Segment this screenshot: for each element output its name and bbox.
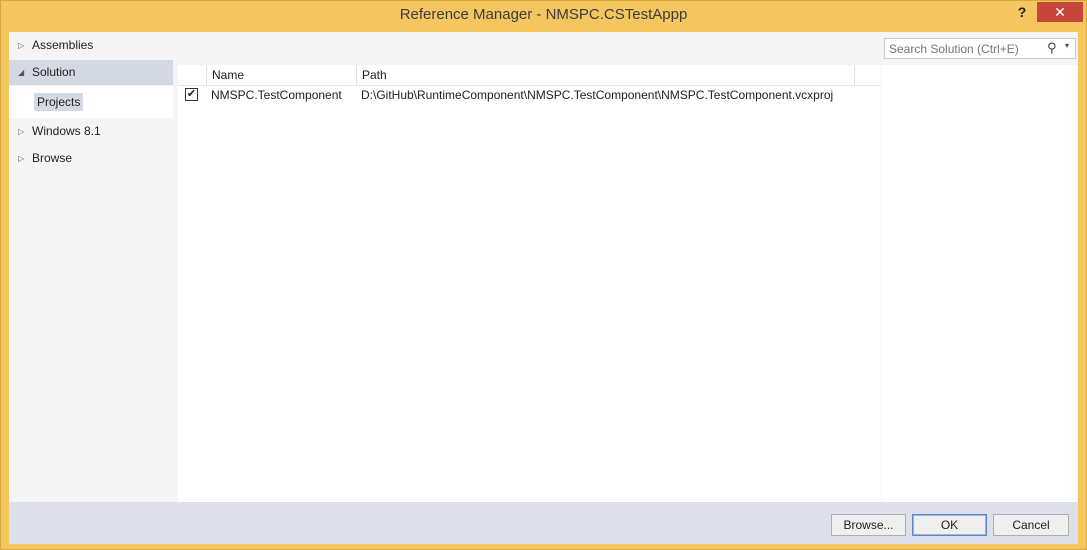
- search-strip: ⚲ ▾: [882, 32, 1078, 65]
- nav-item-windows[interactable]: ▷ Windows 8.1: [9, 119, 173, 144]
- chevron-down-icon[interactable]: ▾: [1065, 41, 1069, 50]
- nav-subitem-projects[interactable]: Projects: [9, 86, 173, 118]
- nav-subitem-label: Projects: [34, 93, 84, 111]
- search-input[interactable]: [885, 39, 1043, 58]
- column-header-spacer: [854, 65, 881, 86]
- collapse-arrow-icon: ◢: [18, 68, 25, 77]
- title-bar[interactable]: Reference Manager - NMSPC.CSTestAppp ? ✕: [1, 1, 1086, 32]
- category-nav: ▷ Assemblies ◢ Solution Projects ▷ Windo…: [9, 32, 173, 502]
- browse-button[interactable]: Browse...: [831, 514, 906, 536]
- row-path: D:\GitHub\RuntimeComponent\NMSPC.TestCom…: [361, 88, 834, 102]
- reference-list: Name Path ✔ NMSPC.TestComponent D:\GitHu…: [178, 65, 881, 502]
- expand-arrow-icon: ▷: [18, 41, 25, 50]
- search-icon[interactable]: ⚲: [1047, 40, 1057, 56]
- reference-manager-window: Reference Manager - NMSPC.CSTestAppp ? ✕…: [0, 0, 1087, 550]
- nav-item-assemblies[interactable]: ▷ Assemblies: [9, 33, 173, 58]
- dialog-client: ▷ Assemblies ◢ Solution Projects ▷ Windo…: [9, 32, 1078, 544]
- window-title: Reference Manager - NMSPC.CSTestAppp: [399, 6, 688, 23]
- column-header-name[interactable]: Name: [206, 65, 356, 86]
- check-icon: ✔: [186, 88, 197, 100]
- nav-item-label: Solution: [32, 65, 76, 79]
- list-header: Name Path: [178, 65, 881, 86]
- nav-item-label: Browse: [32, 151, 73, 165]
- close-button[interactable]: ✕: [1037, 2, 1083, 22]
- include-checkbox[interactable]: ✔: [185, 88, 198, 101]
- nav-item-browse[interactable]: ▷ Browse: [9, 146, 173, 171]
- details-pane: ⚲ ▾: [882, 32, 1078, 502]
- nav-item-label: Assemblies: [32, 38, 94, 52]
- ok-button[interactable]: OK: [912, 514, 987, 536]
- column-header-path[interactable]: Path: [356, 65, 854, 86]
- table-row[interactable]: ✔ NMSPC.TestComponent D:\GitHub\RuntimeC…: [178, 86, 881, 104]
- row-name: NMSPC.TestComponent: [211, 88, 342, 102]
- expand-arrow-icon: ▷: [18, 127, 25, 136]
- nav-item-label: Windows 8.1: [32, 124, 101, 138]
- close-icon: ✕: [1054, 4, 1066, 20]
- help-button[interactable]: ?: [1012, 4, 1032, 24]
- button-bar: Browse... OK Cancel: [9, 502, 1078, 544]
- expand-arrow-icon: ▷: [18, 154, 25, 163]
- nav-item-solution[interactable]: ◢ Solution: [9, 60, 173, 85]
- cancel-button[interactable]: Cancel: [993, 514, 1069, 536]
- search-box[interactable]: ⚲ ▾: [884, 38, 1076, 59]
